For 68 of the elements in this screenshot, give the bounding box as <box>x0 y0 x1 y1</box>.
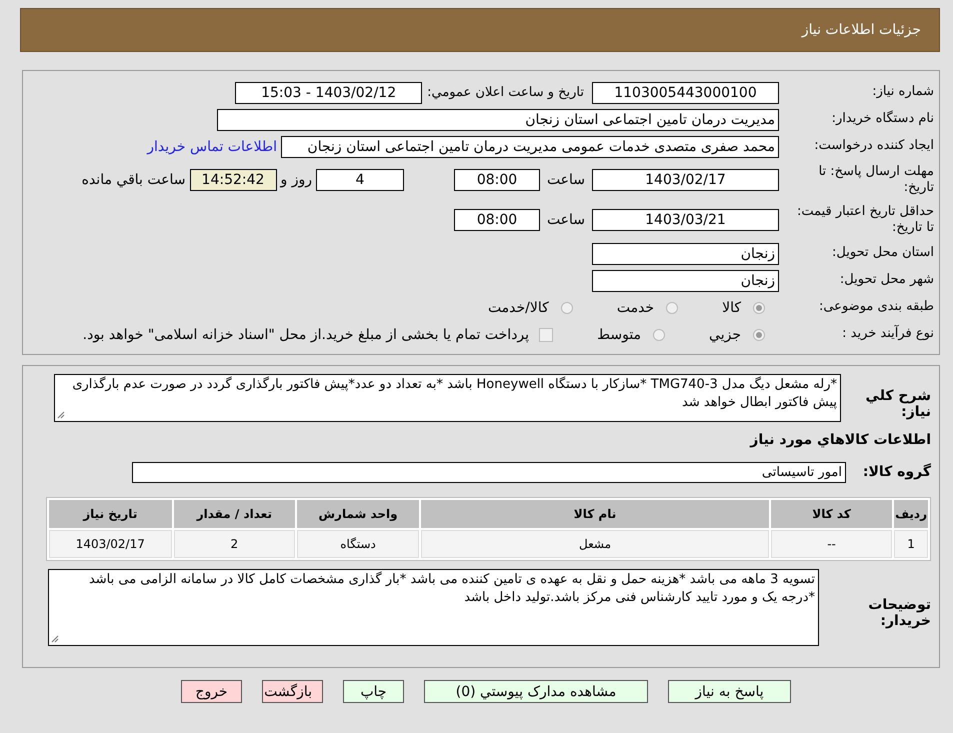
table-cell: 2 <box>174 530 296 558</box>
radio-button[interactable] <box>560 302 573 314</box>
section-heading: اطلاعات کالاهاي مورد نياز <box>748 432 931 448</box>
time-label: ساعت <box>546 212 586 228</box>
action-button[interactable]: پاسخ به نیاز <box>668 680 791 703</box>
column-header: نام کالا <box>421 500 769 528</box>
field-label: نام دستگاه خریدار: <box>830 111 934 128</box>
option-label: خدمت <box>616 300 654 316</box>
remaining-time-field[interactable]: 14:52:42 <box>190 169 276 191</box>
option-label: متوسط <box>597 326 642 342</box>
field-label: نوع فرآیند خرید : <box>841 326 934 343</box>
time-label: ساعت <box>546 172 586 188</box>
goods-group-field[interactable]: امور تاسیساتی <box>132 462 846 483</box>
table-cell: 1403/02/17 <box>49 530 172 558</box>
column-header: ردیف <box>894 500 928 528</box>
validity-time-field[interactable]: 08:00 <box>454 209 540 231</box>
action-button[interactable]: بازگشت <box>262 680 323 703</box>
buyer-notes-text: تسویه 3 ماهه می باشد *هزینه حمل و نقل به عهده ی تامین کننده می باشد *بار گذاری مشخصات کامل کالا در سامانه الزامی می باشد *درجه یک و مورد تایید کارشناس فنی مرکز باشد.تولید داخل باشد <box>88 572 815 605</box>
field-label: شماره نیاز: <box>871 84 934 101</box>
deadline-date-field[interactable]: 1403/02/17 <box>592 169 779 191</box>
option-label: جزيي <box>709 326 741 342</box>
checkbox-label: پرداخت تمام یا بخشی از مبلغ خرید.از محل "اسناد خزانه اسلامی" خواهد بود. <box>82 326 530 342</box>
city-field[interactable]: زنجان <box>592 270 779 292</box>
creator-field[interactable]: محمد صفری متصدی خدمات عمومی مدیریت درمان تامین اجتماعی استان زنجان <box>281 136 779 158</box>
field-label: گروه کالا: <box>862 462 931 480</box>
contact-link[interactable]: اطلاعات تماس خریدار <box>147 138 277 154</box>
page-title: جزئیات اطلاعات نیاز <box>802 22 921 38</box>
table-cell: مشعل <box>421 530 769 558</box>
description-text: *رله مشعل دیگ مدل TMG740-3 *سازکار با دستگاه Honeywell باشد *به تعداد دو عدد*پیش فاکتور بارگذاری گردد در صورت عدم بارگذاری پیش فاکتور ابطال خواهد شد <box>72 377 837 410</box>
buyer-notes-text-area[interactable]: تسویه 3 ماهه می باشد *هزینه حمل و نقل به عهده ی تامین کننده می باشد *بار گذاری مشخصات کامل کالا در سامانه الزامی می باشد *درجه یک و مورد تایید کارشناس فنی مرکز باشد.تولید داخل باشد <box>48 569 819 646</box>
radio-button[interactable] <box>753 302 765 314</box>
days-label: روز و <box>280 172 312 188</box>
column-header: کد کالا <box>770 500 892 528</box>
field-label: شرح کلي نیاز: <box>864 387 931 420</box>
checkbox[interactable] <box>539 328 554 342</box>
province-field[interactable]: زنجان <box>592 242 779 264</box>
radio-button[interactable] <box>653 328 666 340</box>
days-field[interactable]: 4 <box>316 169 404 191</box>
table-cell: 1 <box>894 530 928 558</box>
deadline-time-field[interactable]: 08:00 <box>454 169 540 191</box>
field-label: تاریخ و ساعت اعلان عمومي: <box>427 85 584 100</box>
action-button[interactable]: چاپ <box>343 680 404 703</box>
field-label: ایجاد کننده درخواست: <box>813 138 934 155</box>
need-number-field[interactable]: 1103005443000100 <box>592 82 779 104</box>
field-label: حداقل تاریخ اعتبار قیمت: تا تاریخ: <box>796 204 934 236</box>
resize-grip-icon[interactable] <box>51 635 59 643</box>
description-text-area[interactable]: *رله مشعل دیگ مدل TMG740-3 *سازکار با دستگاه Honeywell باشد *به تعداد دو عدد*پیش فاکتور بارگذاری گردد در صورت عدم بارگذاری پیش فاکتور ابطال خواهد شد <box>54 374 841 422</box>
option-label: کالا <box>722 300 741 316</box>
column-header: واحد شمارش <box>297 500 420 528</box>
option-label: کالا/خدمت <box>488 300 549 316</box>
action-button[interactable]: مشاهده مدارک پیوستي (0) <box>424 680 648 703</box>
field-label: استان محل تحویل: <box>831 245 934 262</box>
table-cell: دستگاه <box>297 530 420 558</box>
field-label: توضیحات خریدار: <box>867 596 931 629</box>
column-header: تعداد / مقدار <box>174 500 296 528</box>
field-label: طبقه بندی موضوعی: <box>818 299 934 316</box>
radio-button[interactable] <box>666 302 678 314</box>
table-cell: -- <box>770 530 892 558</box>
action-button[interactable]: خروج <box>181 680 242 703</box>
validity-date-field[interactable]: 1403/03/21 <box>592 209 779 231</box>
announce-date-field[interactable]: 1403/02/12 - 15:03 <box>235 82 422 104</box>
field-label: مهلت ارسال پاسخ: تا تاریخ: <box>818 164 934 196</box>
field-label: شهر محل تحویل: <box>838 272 934 289</box>
radio-button[interactable] <box>753 328 765 340</box>
remaining-label: ساعت باقي مانده <box>82 172 186 188</box>
resize-grip-icon[interactable] <box>57 411 65 419</box>
column-header: تاریخ نیاز <box>49 500 172 528</box>
buyer-field[interactable]: مدیریت درمان تامین اجتماعی استان زنجان <box>217 108 779 130</box>
